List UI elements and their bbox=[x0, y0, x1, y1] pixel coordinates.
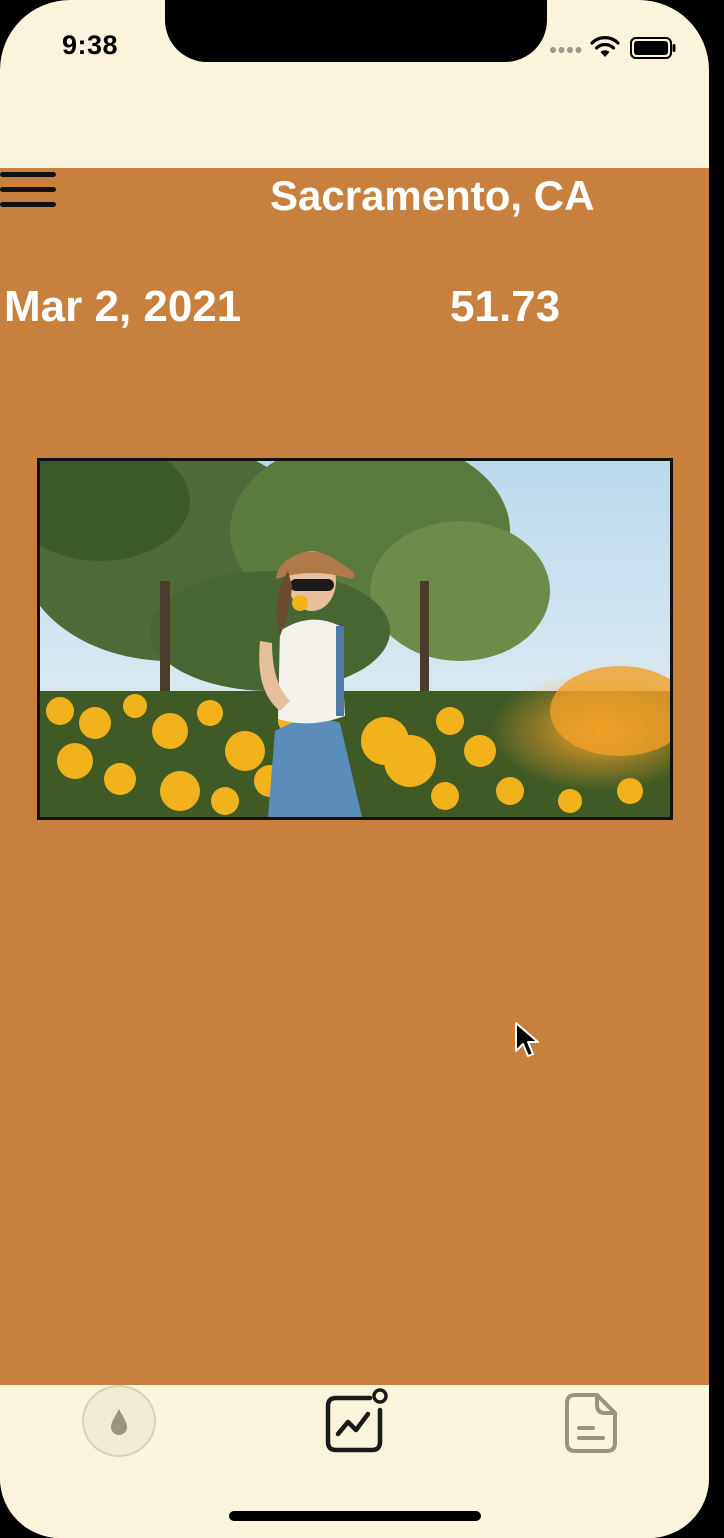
tab-bar bbox=[0, 1385, 709, 1538]
tab-water-drop[interactable] bbox=[82, 1385, 156, 1457]
phone-screen: 9:38 Sacramento, CA Mar 2, 2021 51.73 bbox=[0, 0, 709, 1538]
photo-illustration bbox=[40, 461, 670, 817]
document-icon[interactable] bbox=[563, 1392, 619, 1454]
hamburger-menu-icon[interactable] bbox=[0, 170, 56, 210]
reading-value: 51.73 bbox=[450, 282, 561, 331]
wifi-icon bbox=[590, 36, 620, 57]
reading-date: Mar 2, 2021 bbox=[4, 282, 242, 331]
cellular-signal-icon bbox=[550, 47, 582, 53]
device-frame: 9:38 Sacramento, CA Mar 2, 2021 51.73 bbox=[0, 0, 724, 1538]
location-title: Sacramento, CA bbox=[270, 172, 595, 219]
mouse-cursor-icon bbox=[515, 1022, 539, 1057]
water-drop-icon bbox=[111, 1409, 127, 1435]
notch bbox=[165, 0, 547, 62]
feature-photo bbox=[37, 458, 673, 820]
chart-icon[interactable] bbox=[322, 1388, 390, 1456]
main-content: Sacramento, CA Mar 2, 2021 51.73 bbox=[0, 168, 709, 1385]
home-indicator[interactable] bbox=[229, 1511, 481, 1521]
status-time: 9:38 bbox=[62, 30, 119, 60]
status-bar: 9:38 bbox=[0, 0, 709, 100]
battery-icon bbox=[630, 37, 676, 59]
